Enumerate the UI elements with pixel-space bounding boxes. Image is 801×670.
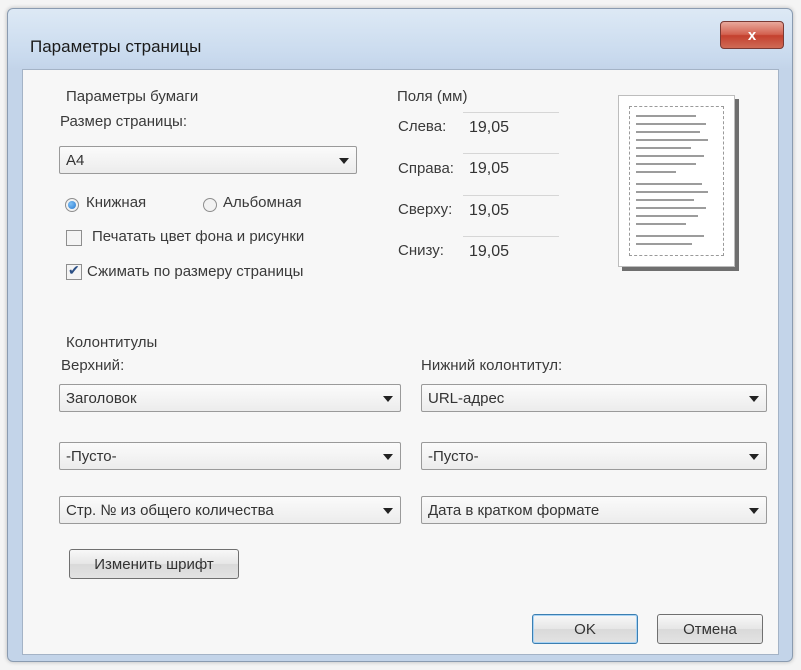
page-preview <box>618 95 735 267</box>
margin-right-label: Справа: <box>398 160 454 177</box>
header-select-2-value: -Пусто- <box>66 448 117 465</box>
margin-bottom-label: Снизу: <box>398 242 444 259</box>
orientation-portrait-radio[interactable] <box>65 198 79 212</box>
preview-text-line <box>636 223 686 225</box>
margin-top-input[interactable]: 19,05 <box>463 195 559 222</box>
chevron-down-icon <box>383 508 393 514</box>
footer-select-1-value: URL-адрес <box>428 390 505 407</box>
chevron-down-icon <box>749 508 759 514</box>
change-font-button[interactable]: Изменить шрифт <box>69 549 239 579</box>
dialog-content: Параметры бумаги Размер страницы: A4 Кни… <box>22 69 779 655</box>
orientation-landscape-label: Альбомная <box>223 194 302 211</box>
page-size-value: A4 <box>66 152 85 169</box>
cancel-button[interactable]: Отмена <box>657 614 763 644</box>
chevron-down-icon <box>749 396 759 402</box>
preview-text-line <box>636 171 676 173</box>
footer-select-2-value: -Пусто- <box>428 448 479 465</box>
footer-select-1[interactable]: URL-адрес <box>421 384 767 412</box>
preview-text-line <box>636 139 708 141</box>
preview-text-line <box>636 243 692 245</box>
chevron-down-icon <box>383 396 393 402</box>
paper-settings-heading: Параметры бумаги <box>66 88 199 105</box>
preview-text-line <box>636 199 694 201</box>
preview-text-line <box>636 191 708 193</box>
print-background-label: Печатать цвет фона и рисунки <box>92 228 305 245</box>
header-select-3[interactable]: Стр. № из общего количества <box>59 496 401 524</box>
orientation-landscape-radio[interactable] <box>203 198 217 212</box>
margin-left-label: Слева: <box>398 118 447 135</box>
preview-text-line <box>636 207 706 209</box>
preview-text-line <box>636 155 704 157</box>
header-select-1[interactable]: Заголовок <box>59 384 401 412</box>
close-button[interactable]: x <box>720 21 784 49</box>
close-icon: x <box>747 26 757 44</box>
page-size-select[interactable]: A4 <box>59 146 357 174</box>
preview-margin-outline <box>629 106 724 256</box>
print-background-checkbox[interactable] <box>66 230 82 246</box>
page-setup-dialog: Параметры страницы x Параметры бумаги Ра… <box>7 8 793 662</box>
header-select-1-value: Заголовок <box>66 390 137 407</box>
preview-text-line <box>636 235 704 237</box>
footer-select-3[interactable]: Дата в кратком формате <box>421 496 767 524</box>
header-select-3-value: Стр. № из общего количества <box>66 502 274 519</box>
footer-select-3-value: Дата в кратком формате <box>428 502 600 519</box>
preview-text-line <box>636 183 702 185</box>
margin-bottom-input[interactable]: 19,05 <box>463 236 559 263</box>
chevron-down-icon <box>749 454 759 460</box>
page-size-label: Размер страницы: <box>60 113 187 130</box>
margin-left-input[interactable]: 19,05 <box>463 112 559 139</box>
chevron-down-icon <box>339 158 349 164</box>
preview-text-line <box>636 123 706 125</box>
margin-right-input[interactable]: 19,05 <box>463 153 559 180</box>
header-label: Верхний: <box>61 357 125 374</box>
header-select-2[interactable]: -Пусто- <box>59 442 401 470</box>
ok-button[interactable]: OK <box>532 614 638 644</box>
footer-label: Нижний колонтитул: <box>421 357 563 374</box>
shrink-to-fit-checkbox[interactable] <box>66 262 82 280</box>
orientation-portrait-label: Книжная <box>86 194 147 211</box>
preview-text-line <box>636 147 691 149</box>
chevron-down-icon <box>383 454 393 460</box>
margin-top-label: Сверху: <box>398 201 453 218</box>
preview-text-line <box>636 163 696 165</box>
shrink-to-fit-label: Сжимать по размеру страницы <box>87 263 304 280</box>
headers-footers-heading: Колонтитулы <box>66 334 158 351</box>
footer-select-2[interactable]: -Пусто- <box>421 442 767 470</box>
preview-text-line <box>636 215 698 217</box>
preview-text-line <box>636 131 700 133</box>
dialog-title: Параметры страницы <box>30 37 202 56</box>
preview-text-line <box>636 115 696 117</box>
margins-heading: Поля (мм) <box>397 88 468 105</box>
